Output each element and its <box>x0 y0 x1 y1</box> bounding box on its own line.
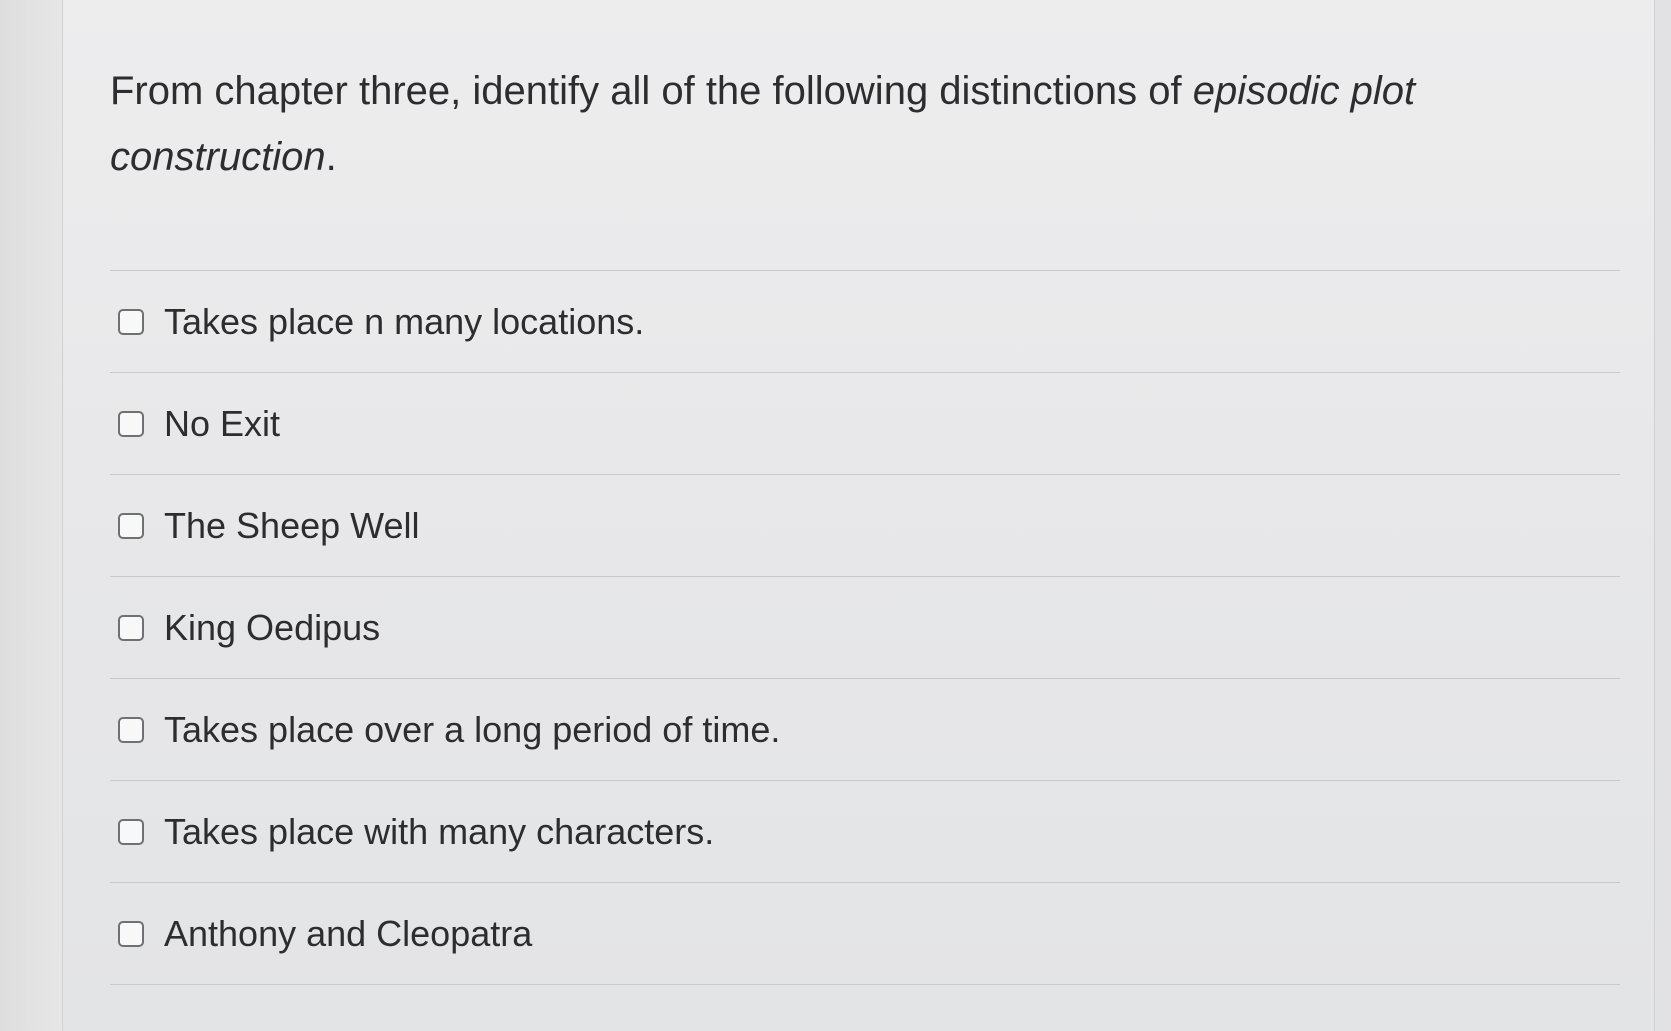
answer-option-anthony-cleopatra[interactable]: Anthony and Cleopatra <box>110 883 1620 985</box>
answer-option-sheep-well[interactable]: The Sheep Well <box>110 475 1620 577</box>
left-panel-edge <box>0 0 63 1031</box>
checkbox-long-period[interactable] <box>118 716 144 743</box>
question-card: From chapter three, identify all of the … <box>110 58 1620 985</box>
answer-option-no-exit[interactable]: No Exit <box>110 373 1620 475</box>
answer-label: Takes place over a long period of time. <box>164 708 781 750</box>
answer-option-many-characters[interactable]: Takes place with many characters. <box>110 781 1620 883</box>
checkbox-many-characters[interactable] <box>118 818 144 845</box>
checkbox-many-locations[interactable] <box>118 308 144 335</box>
answer-label: Takes place with many characters. <box>164 810 715 852</box>
checkbox-sheep-well[interactable] <box>118 512 144 539</box>
quiz-screen: From chapter three, identify all of the … <box>0 0 1671 1031</box>
answer-label: No Exit <box>164 402 281 444</box>
answer-label: The Sheep Well <box>164 504 420 546</box>
answer-option-king-oedipus[interactable]: King Oedipus <box>110 577 1620 679</box>
right-scroll-edge <box>1654 0 1671 1031</box>
answer-list: Takes place n many locations. No Exit Th… <box>110 270 1620 985</box>
checkbox-anthony-cleopatra[interactable] <box>118 920 144 947</box>
answer-option-long-period[interactable]: Takes place over a long period of time. <box>110 679 1620 781</box>
checkbox-no-exit[interactable] <box>118 410 144 437</box>
answer-label: King Oedipus <box>164 606 381 648</box>
question-prompt: From chapter three, identify all of the … <box>110 58 1620 190</box>
answer-option-many-locations[interactable]: Takes place n many locations. <box>110 271 1620 373</box>
checkbox-king-oedipus[interactable] <box>118 614 144 641</box>
answer-label: Takes place n many locations. <box>164 300 645 342</box>
answer-label: Anthony and Cleopatra <box>164 912 533 954</box>
question-prompt-end: . <box>325 135 337 179</box>
question-prompt-text: From chapter three, identify all of the … <box>110 69 1193 113</box>
